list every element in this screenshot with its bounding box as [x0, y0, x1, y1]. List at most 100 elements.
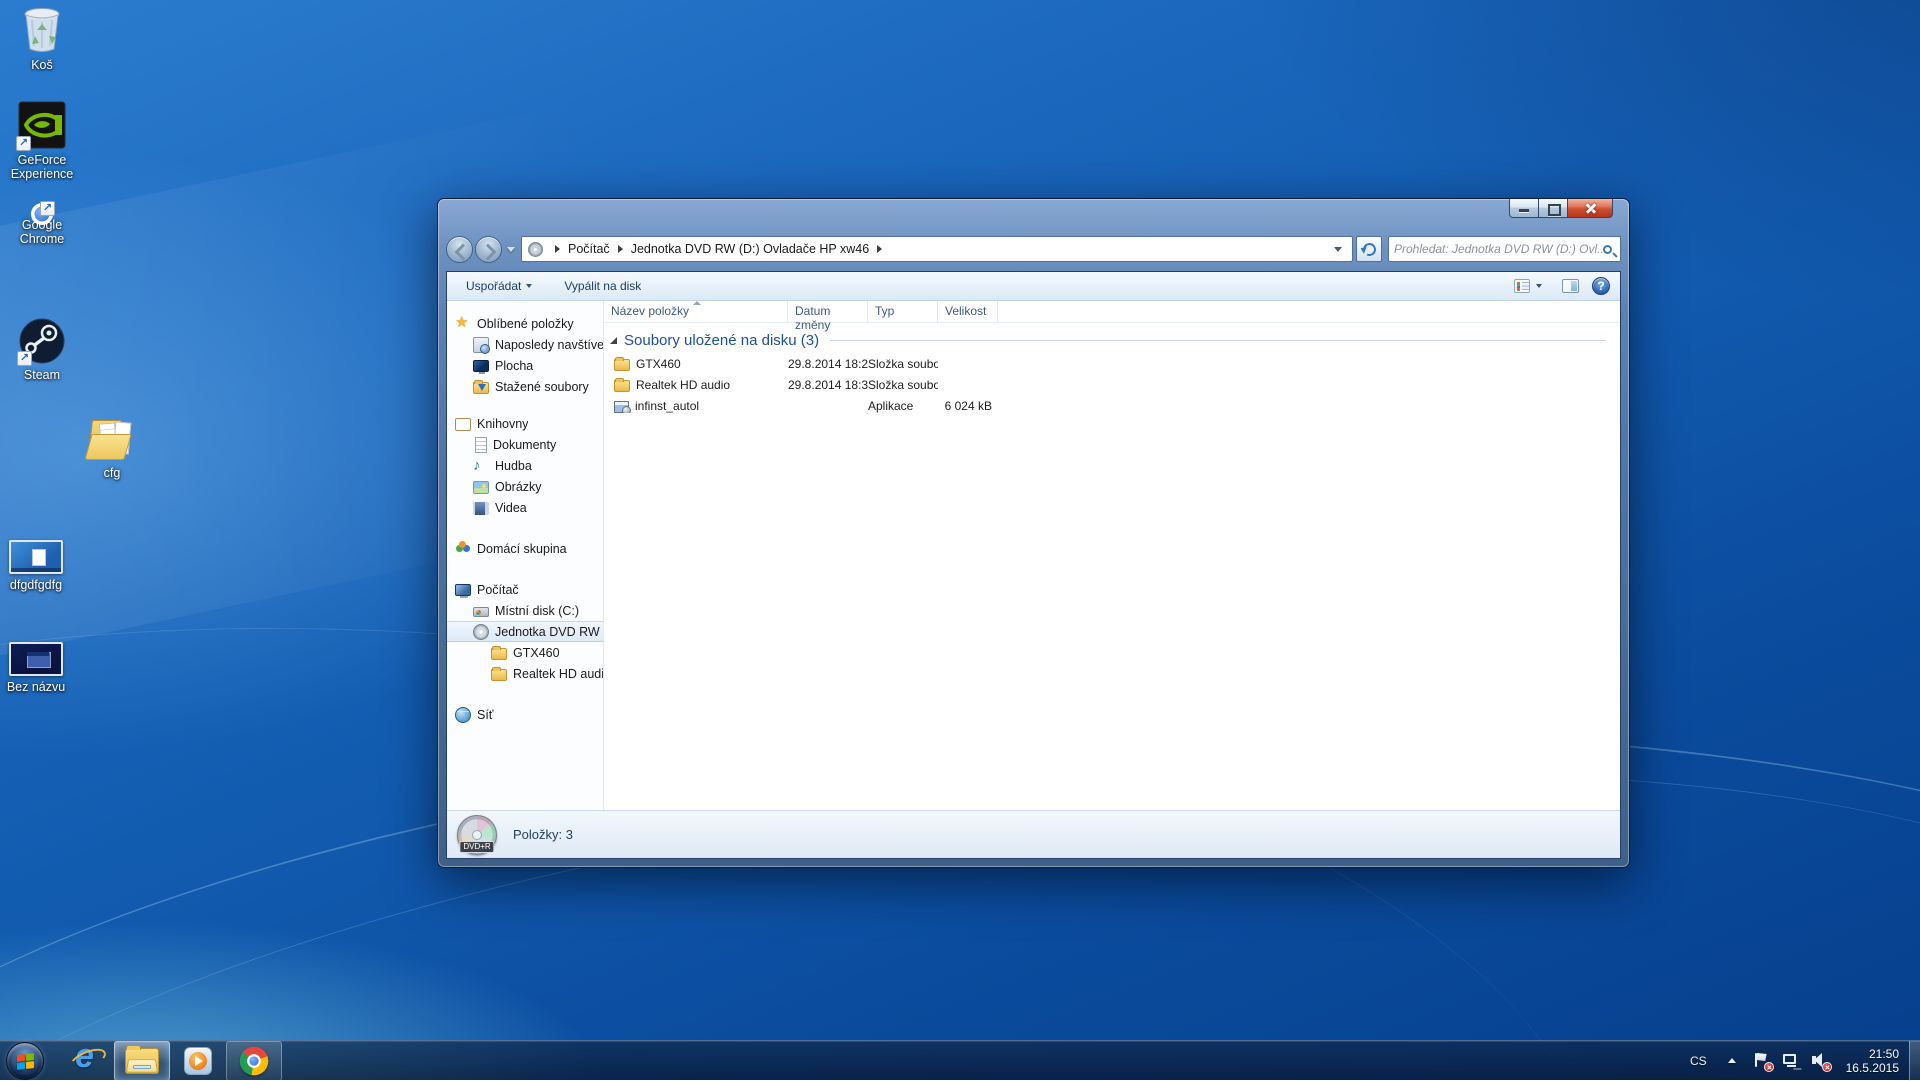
search-box[interactable] [1388, 236, 1621, 262]
breadcrumb[interactable]: Počítač Jednotka DVD RW (D:) Ovladače HP… [521, 236, 1353, 262]
show-hidden-icons-button[interactable] [1728, 1058, 1736, 1063]
burn-to-disc-button[interactable]: Vypálit na disk [557, 276, 648, 296]
breadcrumb-item-computer[interactable]: Počítač [568, 242, 610, 256]
desktop-icon-geforce-experience[interactable]: GeForce Experience [0, 101, 84, 181]
file-group-header[interactable]: Soubory uložené na disku (3) [610, 332, 1606, 349]
sidebar-item-videos[interactable]: Videa [447, 497, 603, 518]
dvd-disc-icon: DVD+R [457, 815, 497, 855]
file-list: Název položky Datum změny Typ Velikost S… [603, 301, 1620, 810]
desktop-icon-dfgdfgdfg[interactable]: dfgdfgdfg [0, 540, 78, 592]
column-header-type[interactable]: Typ [868, 301, 938, 322]
windows-logo-icon [17, 1053, 34, 1070]
window-client-area: Uspořádat Vypálit na disk Ob [446, 271, 1621, 859]
column-header-size[interactable]: Velikost [938, 301, 998, 322]
language-indicator[interactable]: CS [1680, 1054, 1717, 1068]
start-button[interactable] [6, 1042, 44, 1080]
sidebar-section-libraries[interactable]: Knihovny [447, 413, 603, 434]
breadcrumb-separator-icon [618, 245, 623, 253]
file-type: Složka souborů [868, 378, 938, 392]
desktop-icon-steam[interactable]: Steam [0, 318, 84, 382]
preview-pane-button[interactable] [1562, 279, 1579, 293]
address-dropdown-icon[interactable] [1334, 247, 1342, 252]
recent-places-icon [473, 337, 489, 353]
back-button[interactable] [446, 236, 473, 263]
group-collapse-icon [610, 337, 617, 344]
items-count: Položky: 3 [513, 827, 573, 842]
hard-disk-icon [473, 607, 489, 617]
folder-icon [614, 380, 630, 392]
breadcrumb-item-dvd-drive[interactable]: Jednotka DVD RW (D:) Ovladače HP xw46 [631, 242, 870, 256]
change-view-button[interactable] [1507, 276, 1549, 296]
application-icon [614, 401, 629, 413]
taskbar-button-media-player[interactable] [170, 1041, 226, 1081]
table-row[interactable]: infinst_autol Aplikace 6 024 kB [604, 395, 1620, 416]
file-type: Aplikace [868, 399, 938, 413]
organize-button[interactable]: Uspořádat [459, 276, 539, 296]
refresh-icon [1361, 241, 1378, 258]
error-badge-icon [1822, 1062, 1832, 1072]
videos-icon [473, 502, 489, 515]
search-input[interactable] [1394, 242, 1603, 256]
close-button[interactable] [1567, 199, 1613, 218]
sidebar-item-gtx460[interactable]: GTX460 [447, 642, 603, 663]
network-status-icon[interactable] [1782, 1052, 1799, 1069]
file-type: Složka souborů [868, 357, 938, 371]
folder-icon [491, 669, 507, 681]
file-date: 29.8.2014 18:31 [788, 378, 868, 392]
table-row[interactable]: GTX460 29.8.2014 18:28 Složka souborů [604, 353, 1620, 374]
sidebar-item-realtek-hd-audio[interactable]: Realtek HD audio [447, 663, 603, 684]
sidebar-section-favorites[interactable]: Oblíbené položky [447, 313, 603, 334]
desktop-icon-label: dfgdfgdfg [10, 578, 62, 592]
sidebar-item-recent-places[interactable]: Naposledy navštíven [447, 334, 603, 355]
sidebar-section-network[interactable]: Síť [447, 704, 603, 725]
help-button[interactable] [1592, 277, 1610, 295]
network-icon [455, 707, 471, 723]
chevron-down-icon [1536, 284, 1542, 288]
command-toolbar: Uspořádat Vypálit na disk [447, 272, 1620, 301]
column-header-date-modified[interactable]: Datum změny [788, 301, 868, 322]
clock[interactable]: 21:50 16.5.2015 [1846, 1047, 1899, 1075]
image-thumbnail-icon [9, 540, 63, 574]
sidebar-item-pictures[interactable]: Obrázky [447, 476, 603, 497]
sidebar-item-documents[interactable]: Dokumenty [447, 434, 603, 455]
sidebar-item-music[interactable]: Hudba [447, 455, 603, 476]
steam-icon [19, 318, 65, 364]
volume-muted-icon[interactable] [1811, 1052, 1828, 1069]
folder-icon [614, 359, 630, 371]
refresh-button[interactable] [1356, 236, 1382, 262]
minimize-button[interactable] [1509, 199, 1539, 218]
taskbar-button-chrome[interactable] [226, 1041, 282, 1081]
maximize-button[interactable] [1539, 199, 1567, 218]
action-center-flag-icon[interactable] [1753, 1052, 1770, 1069]
desktop-icon-bez-nazvu[interactable]: Bez názvu [0, 642, 78, 694]
desktop-icon-google-chrome[interactable]: Google Chrome [0, 214, 84, 246]
forward-button[interactable] [475, 236, 502, 263]
taskbar-button-windows-explorer-active[interactable] [114, 1041, 170, 1081]
clock-time: 21:50 [1846, 1047, 1899, 1061]
desktop-icon-recycle-bin[interactable]: Koš [0, 6, 84, 72]
sidebar-item-desktop[interactable]: Plocha [447, 355, 603, 376]
column-headers: Název položky Datum změny Typ Velikost [604, 301, 1620, 323]
desktop-icon-cfg-folder[interactable]: cfg [70, 416, 154, 480]
system-tray: CS 21:50 16.5.2015 [1680, 1041, 1920, 1081]
chevron-down-icon [526, 284, 532, 288]
recent-pages-chevron-icon[interactable] [507, 247, 515, 252]
sidebar-item-local-disk-c[interactable]: Místní disk (C:) [447, 600, 603, 621]
show-desktop-button[interactable] [1909, 1041, 1920, 1081]
explorer-folder-icon [125, 1048, 159, 1074]
homegroup-icon [455, 541, 471, 557]
open-folder-icon [86, 416, 138, 462]
clock-date: 16.5.2015 [1846, 1061, 1899, 1075]
sidebar-item-dvd-drive-selected[interactable]: Jednotka DVD RW (D [447, 621, 603, 642]
sidebar-section-computer[interactable]: Počítač [447, 579, 603, 600]
disc-type-badge: DVD+R [459, 841, 494, 853]
image-thumbnail-icon [9, 642, 63, 676]
sidebar-section-homegroup[interactable]: Domácí skupina [447, 538, 603, 559]
group-divider-line [830, 340, 1606, 341]
navigation-pane: Oblíbené položky Naposledy navštíven Plo… [447, 301, 603, 810]
table-row[interactable]: Realtek HD audio 29.8.2014 18:31 Složka … [604, 374, 1620, 395]
taskbar-button-internet-explorer[interactable] [58, 1041, 114, 1081]
explorer-window: Počítač Jednotka DVD RW (D:) Ovladače HP… [437, 198, 1630, 868]
sidebar-item-downloads[interactable]: Stažené soubory [447, 376, 603, 397]
pictures-icon [473, 481, 489, 494]
